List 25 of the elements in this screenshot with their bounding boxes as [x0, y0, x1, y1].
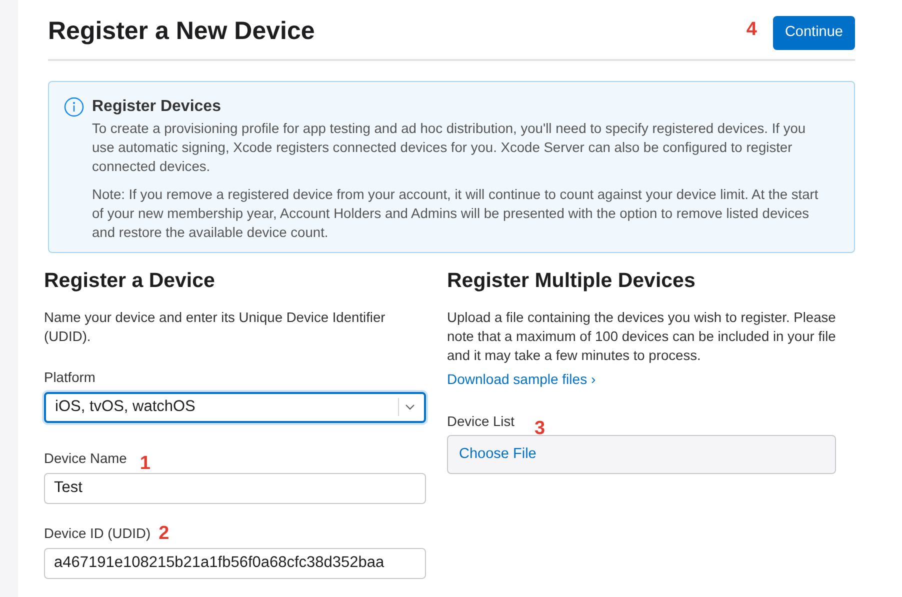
select-value: iOS, tvOS, watchOS — [55, 397, 196, 418]
annotation-number: 3 — [534, 419, 546, 438]
field-label: Platform — [44, 368, 96, 387]
info-title: Register Devices — [92, 97, 222, 117]
info-text: Note: If you remove a registered device from your account, it will continue to count against your device limit. At the start of your new membership year, Account Holders and Admins will be presented with the option to remove listed devices and restore the available device count. — [92, 186, 820, 242]
choose-file-button[interactable]: Choose File — [459, 444, 536, 466]
description-text: Name your device and enter its Unique Device Identifier (UDID). — [44, 308, 386, 346]
annotation-number: 4 — [746, 20, 757, 40]
section-heading: Register Multiple Devices — [447, 269, 696, 294]
annotation-number: 1 — [140, 454, 150, 474]
info-icon — [64, 97, 84, 117]
continue-button[interactable]: Continue — [772, 16, 855, 50]
field-label: Device ID (UDID) — [44, 524, 151, 543]
input-field[interactable]: a467191e108215b21a1fb56f0a68cfc38d352baa — [44, 548, 426, 579]
field-label: Device Name — [44, 450, 127, 468]
field-label: Device List — [447, 412, 514, 431]
input-field[interactable]: Test — [44, 472, 426, 504]
description-text: Upload a file containing the devices you wish to register. Please note that a maximum of 100 devices can be included in your file and it may take a few minutes to process. — [447, 308, 836, 365]
platform-select[interactable]: iOS, tvOS, watchOS — [44, 392, 426, 423]
annotation-number: 2 — [158, 524, 170, 544]
info-text: To create a provisioning profile for app testing and ad hoc distribution, you'll need to specify registered devices. If you use automatic signing, Xcode registers connected devices for you. Xcode Server can also be configured to register connected devices. — [92, 120, 807, 176]
chevron-down-icon — [405, 404, 415, 410]
download-link[interactable]: Download sample files › — [447, 368, 596, 390]
section-heading: Register a Device — [44, 269, 216, 294]
page-title: Register a New Device — [48, 16, 315, 46]
